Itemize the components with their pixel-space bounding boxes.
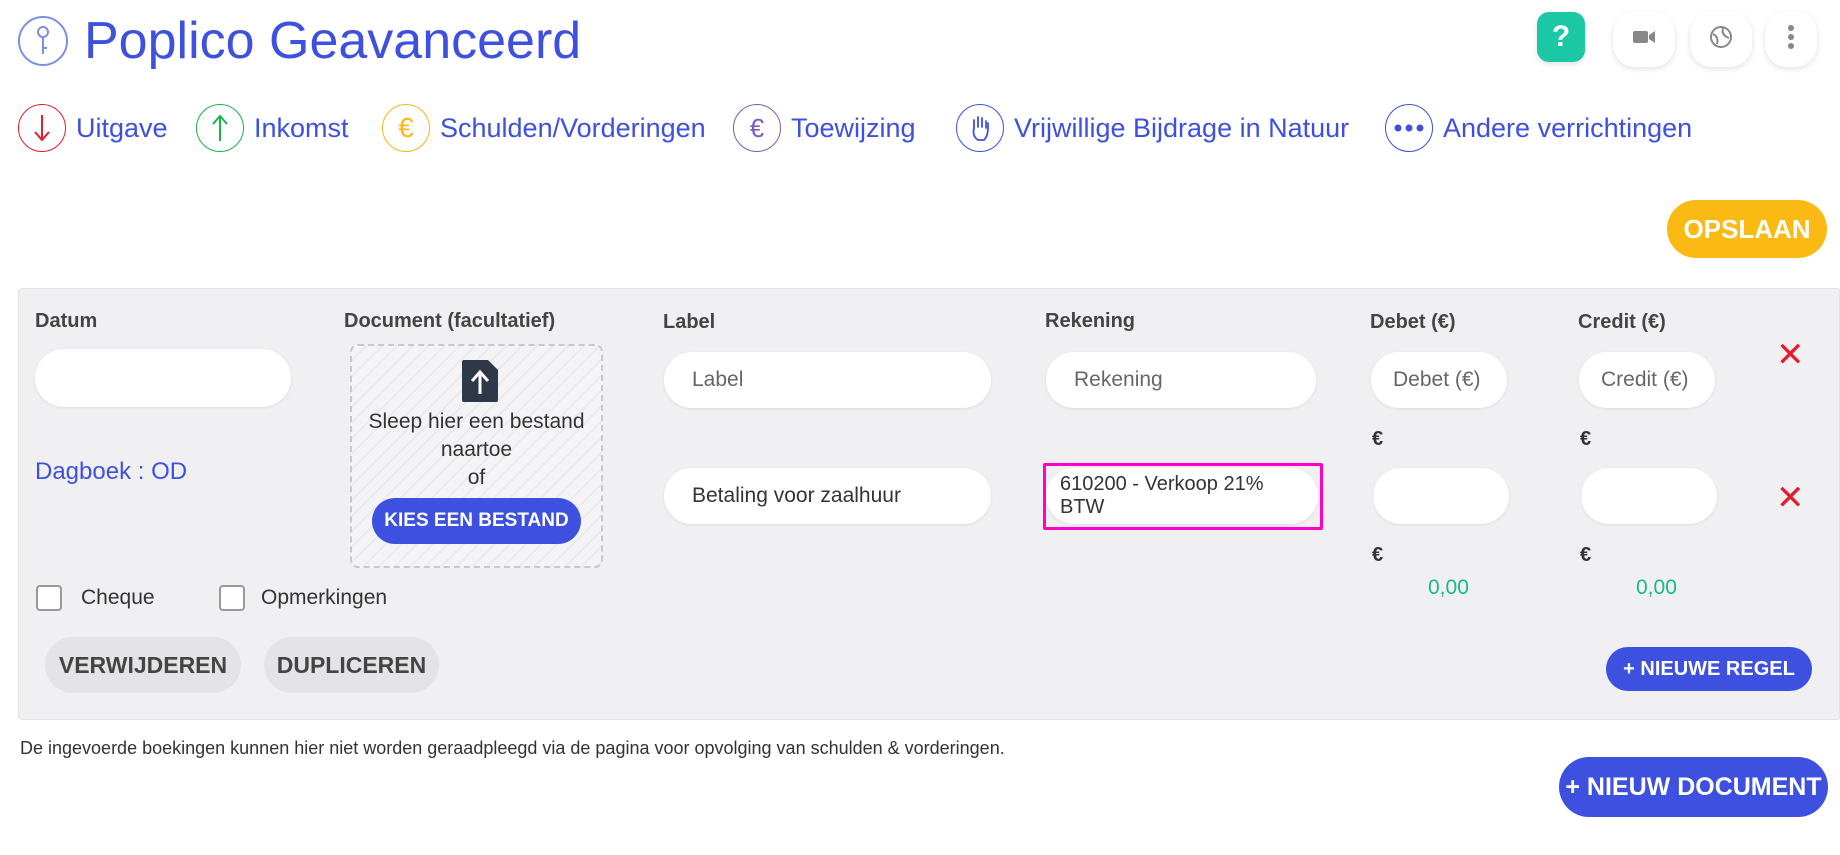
page-title: Poplico Geavanceerd <box>84 12 582 70</box>
arrow-down-icon <box>18 104 66 152</box>
currency-label: € <box>1372 544 1384 566</box>
debit-header: Debet (€) <box>1370 311 1456 333</box>
new-line-button[interactable]: + NIEUWE REGEL <box>1606 647 1812 691</box>
language-button[interactable] <box>1690 11 1752 67</box>
dropzone-text-line: of <box>467 466 486 489</box>
cheque-label: Cheque <box>81 586 155 609</box>
journal-link[interactable]: Dagboek : OD <box>35 458 187 486</box>
line-label-input[interactable]: Betaling voor zaalhuur <box>664 468 991 524</box>
line-credit-input[interactable] <box>1581 468 1717 524</box>
new-document-button[interactable]: + NIEUW DOCUMENT <box>1559 757 1828 817</box>
currency-label: € <box>1580 544 1592 566</box>
video-button[interactable] <box>1613 11 1675 67</box>
dropzone-text-line: naartoe <box>440 438 513 461</box>
nav-label: Toewijzing <box>791 112 916 143</box>
info-note: De ingevoerde boekingen kunnen hier niet… <box>20 738 1005 758</box>
euro-transfer-icon: € <box>733 104 781 152</box>
choose-file-button[interactable]: KIES EEN BESTAND <box>372 498 581 544</box>
nav-inkomst[interactable]: Inkomst <box>196 100 349 156</box>
line-debit-input[interactable]: Debet (€) <box>1371 352 1507 408</box>
duplicate-button[interactable]: DUPLICEREN <box>264 637 439 693</box>
line-debit-input[interactable] <box>1373 468 1509 524</box>
cheque-checkbox[interactable] <box>36 585 62 611</box>
remarks-checkbox[interactable] <box>219 585 245 611</box>
nav-label: Vrijwillige Bijdrage in Natuur <box>1014 112 1350 143</box>
nav-label: Inkomst <box>254 112 349 143</box>
label-header: Label <box>663 311 716 333</box>
remarks-label: Opmerkingen <box>261 586 388 609</box>
date-header: Datum <box>35 310 98 332</box>
nav-vrijwillige-bijdrage[interactable]: Vrijwillige Bijdrage in Natuur <box>956 100 1349 156</box>
euro-icon: € <box>382 104 430 152</box>
remove-line-icon[interactable]: ✕ <box>1776 338 1805 372</box>
save-button[interactable]: OPSLAAN <box>1667 200 1827 258</box>
key-icon <box>18 16 68 66</box>
credit-total: 0,00 <box>1636 576 1677 599</box>
remove-line-icon[interactable]: ✕ <box>1776 481 1805 515</box>
arrow-up-icon <box>196 104 244 152</box>
line-label-input[interactable]: Label <box>664 352 991 408</box>
dropzone-text-line: Sleep hier een bestand <box>368 410 585 433</box>
video-icon <box>1632 28 1656 51</box>
line-credit-input[interactable]: Credit (€) <box>1579 352 1715 408</box>
debit-total: 0,00 <box>1428 576 1469 599</box>
currency-label: € <box>1372 428 1384 450</box>
line-account-input[interactable]: Rekening <box>1046 352 1316 408</box>
more-button[interactable] <box>1765 11 1817 67</box>
help-button[interactable]: ? <box>1537 12 1585 62</box>
nav-toewijzing[interactable]: € Toewijzing <box>733 100 916 156</box>
date-input[interactable] <box>35 349 291 407</box>
file-upload-icon <box>460 358 500 409</box>
nav-label: Uitgave <box>76 112 168 143</box>
nav-label: Andere verrichtingen <box>1443 112 1693 143</box>
dropzone-text: Sleep hier een bestand naartoe of <box>360 408 593 492</box>
hand-icon <box>956 104 1004 152</box>
nav-andere-verrichtingen[interactable]: Andere verrichtingen <box>1385 100 1692 156</box>
more-vertical-icon <box>1787 24 1795 55</box>
ellipsis-icon <box>1385 104 1433 152</box>
nav-schulden-vorderingen[interactable]: € Schulden/Vorderingen <box>382 100 706 156</box>
nav-uitgave[interactable]: Uitgave <box>18 100 168 156</box>
selection-highlight <box>1043 463 1323 530</box>
nav-label: Schulden/Vorderingen <box>440 112 706 143</box>
document-header: Document (facultatief) <box>344 310 556 332</box>
account-header: Rekening <box>1045 310 1136 332</box>
currency-label: € <box>1580 428 1592 450</box>
credit-header: Credit (€) <box>1578 311 1666 333</box>
delete-button[interactable]: VERWIJDEREN <box>45 637 241 693</box>
globe-icon <box>1709 25 1733 54</box>
